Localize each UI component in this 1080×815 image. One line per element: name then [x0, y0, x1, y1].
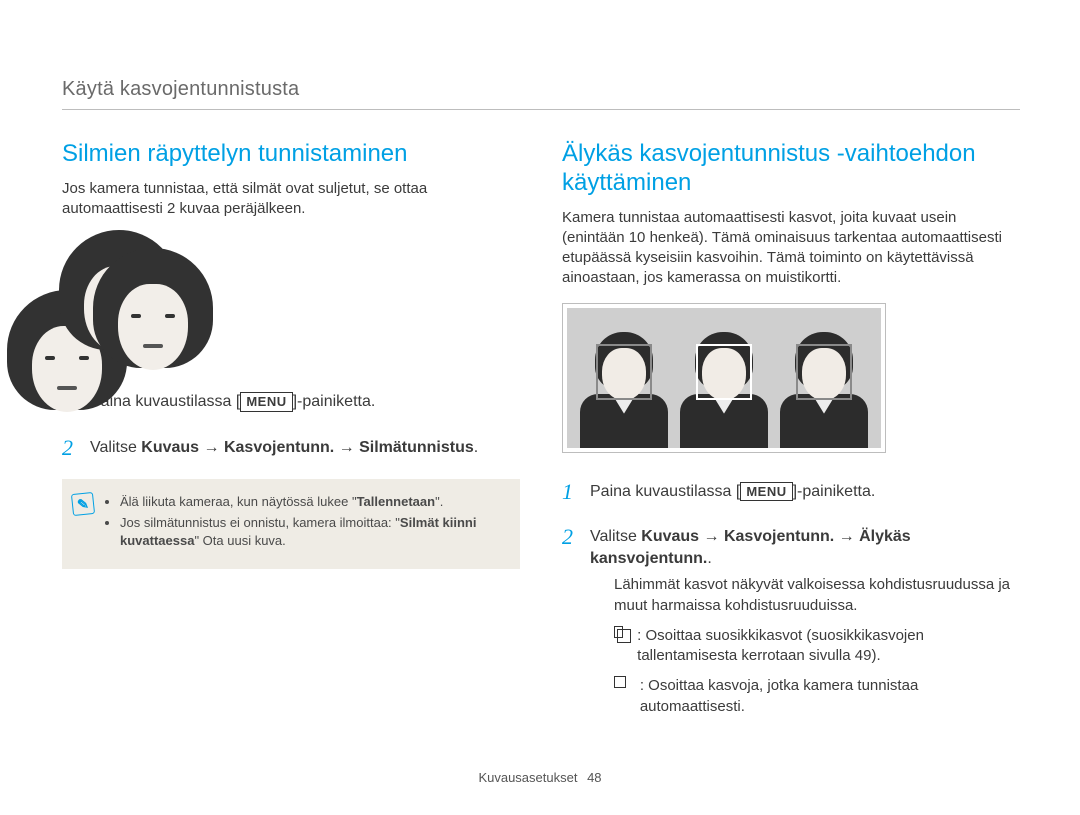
- menu-button-label: MENU: [240, 392, 292, 412]
- step-2: 2 Valitse Kuvaus → Kasvojentunn. → Älykä…: [562, 522, 1020, 727]
- step-text: Valitse Kuvaus → Kasvojentunn. → Älykäs …: [590, 522, 1020, 727]
- step-1: 1 Paina kuvaustilassa [MENU]-painiketta.: [62, 387, 520, 417]
- steps-list: 1 Paina kuvaustilassa [MENU]-painiketta.…: [62, 387, 520, 462]
- page-footer: Kuvausasetukset 48: [0, 769, 1080, 787]
- face-frame-white-icon: [696, 344, 752, 400]
- sub-item: Lähimmät kasvot näkyvät valkoisessa kohd…: [612, 575, 1020, 616]
- face-frame-grey-icon: [596, 344, 652, 400]
- note-box: ✎ Älä liikuta kameraa, kun näytössä luke…: [62, 479, 520, 570]
- sub-item: : Osoittaa kasvoja, jotka kamera tunnist…: [612, 676, 1020, 717]
- step-text: Paina kuvaustilassa [MENU]-painiketta.: [90, 387, 375, 417]
- photo-stack-result: [114, 233, 294, 363]
- footer-section-label: Kuvausasetukset: [478, 770, 577, 785]
- note-list: Älä liikuta kameraa, kun näytössä lukee …: [104, 493, 504, 554]
- auto-face-icon: [614, 676, 626, 688]
- intro-text: Kamera tunnistaa automaattisesti kasvot,…: [562, 208, 1020, 289]
- smart-face-illustration: [562, 303, 1020, 453]
- manual-page: Käytä kasvojentunnistusta Silmien räpytt…: [0, 0, 1080, 783]
- two-column-layout: Silmien räpyttelyn tunnistaminen Jos kam…: [62, 140, 1020, 743]
- right-column: Älykäs kasvojentunnistus -vaihtoehdon kä…: [562, 140, 1020, 743]
- step-2: 2 Valitse Kuvaus → Kasvojentunn. → Silmä…: [62, 433, 520, 463]
- step-number: 2: [562, 522, 580, 727]
- step-1: 1 Paina kuvaustilassa [MENU]-painiketta.: [562, 477, 1020, 507]
- note-icon: ✎: [71, 492, 95, 516]
- sub-bullets: Lähimmät kasvot näkyvät valkoisessa kohd…: [590, 575, 1020, 717]
- favorite-face-icon: [614, 626, 623, 638]
- note-item: Jos silmätunnistus ei onnistu, kamera il…: [120, 514, 504, 549]
- blink-illustration-row: [62, 233, 520, 363]
- page-number: 48: [587, 770, 601, 785]
- breadcrumb: Käytä kasvojentunnistusta: [62, 76, 1020, 110]
- step-number: 2: [62, 433, 80, 463]
- steps-list: 1 Paina kuvaustilassa [MENU]-painiketta.…: [562, 477, 1020, 727]
- intro-text: Jos kamera tunnistaa, että silmät ovat s…: [62, 179, 520, 220]
- left-column: Silmien räpyttelyn tunnistaminen Jos kam…: [62, 140, 520, 743]
- menu-button-label: MENU: [740, 482, 792, 502]
- note-item: Älä liikuta kameraa, kun näytössä lukee …: [120, 493, 504, 511]
- step-number: 1: [562, 477, 580, 507]
- sub-item: : Osoittaa suosikkikasvot (suosikkikasvo…: [612, 626, 1020, 667]
- face-frame-grey-icon: [796, 344, 852, 400]
- step-text: Paina kuvaustilassa [MENU]-painiketta.: [590, 477, 875, 507]
- step-text: Valitse Kuvaus → Kasvojentunn. → Silmätu…: [90, 433, 478, 463]
- section-heading-smart-face: Älykäs kasvojentunnistus -vaihtoehdon kä…: [562, 140, 1020, 198]
- section-heading-blink-detect: Silmien räpyttelyn tunnistaminen: [62, 140, 520, 169]
